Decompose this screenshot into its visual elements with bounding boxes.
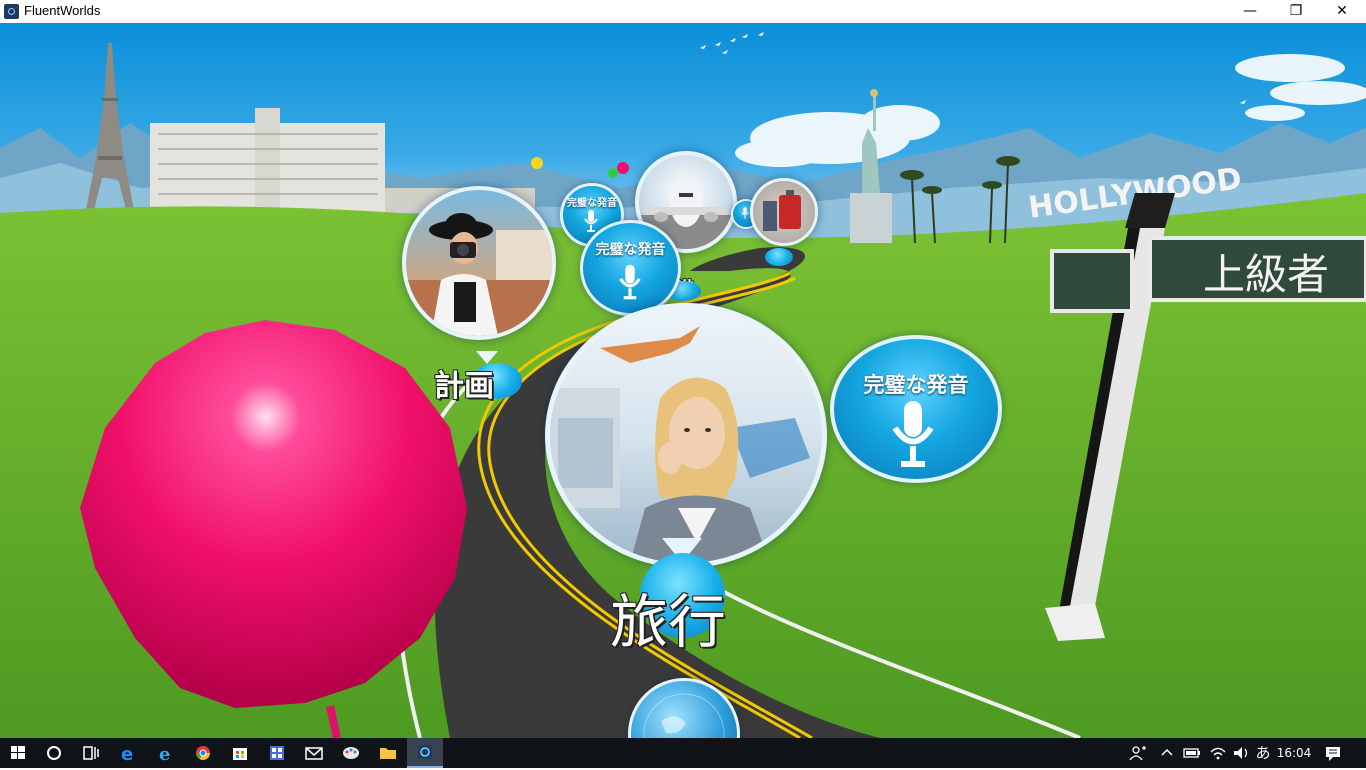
photographer-image	[406, 213, 552, 336]
pronunciation-bubble-mid[interactable]: 完璧な発音	[580, 220, 681, 316]
clock[interactable]: 16:04	[1276, 738, 1312, 768]
travel-topic-bubble[interactable]	[545, 303, 827, 568]
minimize-button[interactable]: —	[1227, 0, 1273, 23]
close-button[interactable]: ✕	[1319, 0, 1365, 23]
luggage-marker-ball	[765, 248, 793, 266]
luggage-topic-bubble[interactable]	[750, 178, 818, 246]
ime-indicator[interactable]: あ	[1252, 738, 1274, 768]
microphone-icon	[892, 401, 934, 467]
taskbar: e e あ 16:04	[0, 738, 1366, 768]
file-explorer-icon[interactable]	[370, 738, 406, 768]
wifi-icon[interactable]	[1206, 738, 1230, 768]
travel-topic-label: 旅行	[610, 588, 727, 656]
pronunciation-label: 完璧な発音	[595, 242, 666, 258]
windows-start-icon[interactable]	[0, 738, 36, 768]
fluentworlds-icon	[418, 745, 432, 759]
suitcase-image	[763, 190, 801, 231]
pronunciation-bubble-main[interactable]: 完璧な発音	[830, 335, 1002, 483]
svg-text:e: e	[121, 744, 133, 765]
businesswoman-image	[550, 326, 810, 563]
chevron-up-icon[interactable]	[1156, 738, 1178, 768]
battery-icon[interactable]	[1180, 738, 1204, 768]
internet-explorer-icon[interactable]: e	[148, 738, 184, 768]
fluentworlds-taskbar-item[interactable]	[407, 738, 443, 768]
planning-topic-bubble[interactable]	[402, 186, 556, 340]
microphone-icon	[619, 264, 641, 300]
microphone-icon	[741, 207, 749, 219]
title-bar: FluentWorlds — ❐ ✕	[0, 0, 1366, 24]
edge-icon[interactable]: e	[110, 738, 146, 768]
maximize-button[interactable]: ❐	[1273, 0, 1319, 23]
fluentworlds-app-icon	[4, 4, 19, 19]
pink-balloon[interactable]	[75, 318, 475, 738]
pronunciation-label: 完璧な発音	[567, 198, 617, 209]
chrome-icon[interactable]	[185, 738, 221, 768]
people-icon[interactable]	[1125, 738, 1151, 768]
level-sign-label: 上級者	[1203, 250, 1330, 299]
action-center-icon[interactable]	[1318, 738, 1348, 768]
microphone-icon	[584, 210, 598, 232]
paint-icon[interactable]	[333, 738, 369, 768]
svg-text:e: e	[159, 744, 170, 765]
pronunciation-label: 完璧な発音	[863, 373, 969, 397]
game-scene[interactable]: HOLLYWOOD 完璧な発音 港	[0, 23, 1366, 738]
calculator-icon[interactable]	[259, 738, 295, 768]
task-view-icon[interactable]	[72, 738, 108, 768]
cortana-search-icon[interactable]	[36, 738, 72, 768]
window-title: FluentWorlds	[24, 3, 101, 18]
store-icon[interactable]	[222, 738, 258, 768]
volume-icon[interactable]	[1230, 738, 1252, 768]
mail-icon[interactable]	[296, 738, 332, 768]
